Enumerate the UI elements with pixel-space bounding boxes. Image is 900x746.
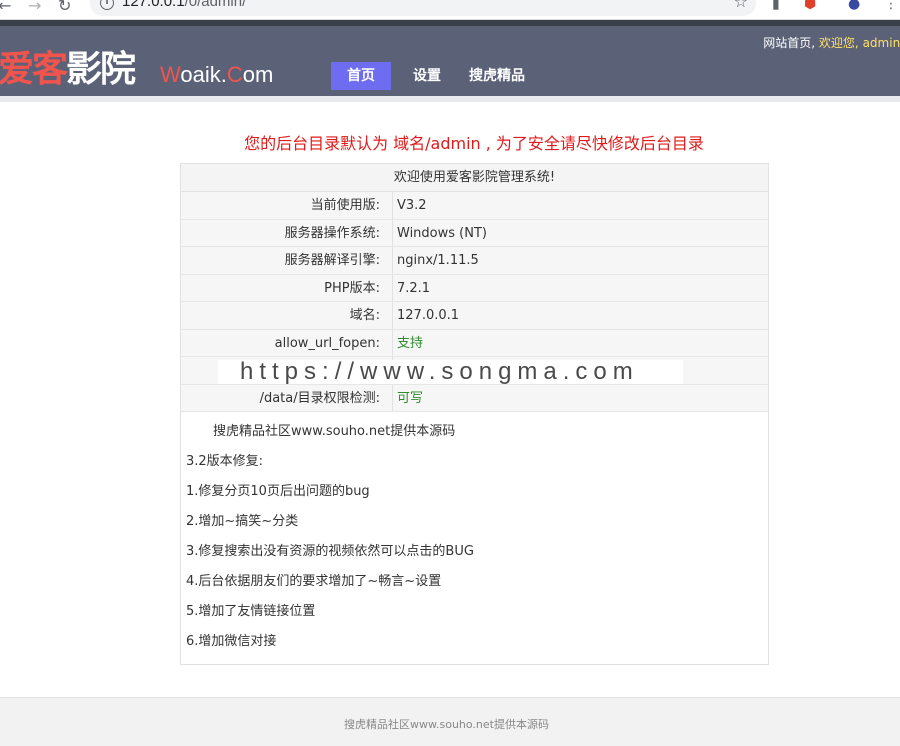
note-line: 搜虎精品社区www.souho.net提供本源码 [213,424,456,439]
url-host: 127.0.0.1 [122,0,185,10]
info-row-domain: 域名: 127.0.0.1 [181,302,768,330]
main-nav: 首页 设置 搜虎精品 [331,62,541,90]
row-label: 域名: [181,302,393,329]
header-bottom-bar [0,96,900,102]
back-icon[interactable]: ← [0,0,11,15]
logo-en-c: C [226,62,243,87]
extension-shield-icon[interactable]: ⬢ [804,0,816,12]
logo-en-mid: oaik. [180,62,227,87]
top-right-links: 网站首页, 欢迎您, admin, [763,34,900,51]
note-line: 1.修复分页10页后出问题的bug [186,484,370,499]
forward-icon[interactable]: → [28,0,41,15]
browser-menu-icon[interactable]: ⋮ [884,0,898,12]
row-value: 可写 [397,390,424,406]
logo-en-w: W [160,62,181,87]
security-notice: 您的后台目录默认为 域名/admin , 为了安全请尽快修改后台目录 [244,134,704,153]
row-label: 服务器解译引擎: [181,247,393,274]
bookmark-star-icon[interactable]: ☆ [734,0,748,11]
info-row-php: PHP版本: 7.2.1 [181,274,768,302]
watermark-text: https://www.songma.com [218,360,683,384]
system-info-panel: 欢迎使用爱客影院管理系统! 当前使用版: V3.2 服务器操作系统: Windo… [180,163,769,665]
note-line: 5.增加了友情链接位置 [186,604,316,619]
url-text: 127.0.0.1/0/admin/ [122,0,246,10]
row-value: 127.0.0.1 [397,308,460,323]
note-line: 4.后台依据朋友们的要求增加了~畅言~设置 [186,574,442,589]
footer-text: 搜虎精品社区www.souho.net提供本源码 [344,718,549,731]
extension-trash-icon[interactable]: ▮ [772,0,780,12]
site-footer: 搜虎精品社区www.souho.net提供本源码 [0,697,900,746]
note-line: 3.修复搜索出没有资源的视频依然可以点击的BUG [186,544,474,559]
row-value: 7.2.1 [397,280,431,296]
row-label: 当前使用版: [181,192,393,219]
welcome-text: 欢迎您, [818,36,859,50]
release-notes: 搜虎精品社区www.souho.net提供本源码 3.2版本修复: 1.修复分页… [181,412,768,664]
reload-icon[interactable]: ↻ [58,0,71,15]
row-label: 服务器操作系统: [181,219,393,246]
panel-title: 欢迎使用爱客影院管理系统! [181,164,768,192]
profile-avatar-icon[interactable]: ● [848,0,860,12]
row-value: 支持 [397,335,424,351]
logo-english: Woaik.Com [160,62,273,88]
info-row-os: 服务器操作系统: Windows (NT) [181,219,768,247]
site-info-icon[interactable]: i [100,0,114,10]
site-header: 爱客影院 Woaik.Com 首页 设置 搜虎精品 网站首页, 欢迎您, adm… [0,26,900,96]
info-row-data-permission: /data/目录权限检测: 可写 [181,384,768,412]
url-path: /0/admin/ [184,0,247,10]
note-line: 3.2版本修复: [186,454,264,469]
logo-cn-red: 爱客 [0,49,68,90]
row-label: /data/目录权限检测: [181,384,393,411]
site-home-link[interactable]: 网站首页, [763,36,815,50]
logo-cn-white: 影院 [66,49,136,90]
note-line: 2.增加~搞笑~分类 [186,514,299,529]
logo-en-end: om [242,62,274,87]
info-row-fopen: allow_url_fopen: 支持 [181,329,768,357]
note-line: 6.增加微信对接 [186,634,277,649]
nav-settings[interactable]: 设置 [401,62,453,90]
username-link[interactable]: admin, [863,36,900,50]
row-label: allow_url_fopen: [181,329,393,356]
info-row-engine: 服务器解译引擎: nginx/1.11.5 [181,247,768,275]
nav-souhu[interactable]: 搜虎精品 [457,62,537,90]
row-value: Windows (NT) [397,225,487,241]
row-value: V3.2 [397,198,427,213]
browser-toolbar: ← → ↻ i 127.0.0.1/0/admin/ ☆ ▮ ⬢ ● ⋮ [0,0,900,20]
address-bar[interactable]: i 127.0.0.1/0/admin/ ☆ [90,0,756,16]
row-value: nginx/1.11.5 [397,253,479,268]
logo-chinese: 爱客影院 [0,40,136,92]
nav-home[interactable]: 首页 [331,62,391,90]
row-label: PHP版本: [181,274,393,301]
info-row-version: 当前使用版: V3.2 [181,192,768,220]
